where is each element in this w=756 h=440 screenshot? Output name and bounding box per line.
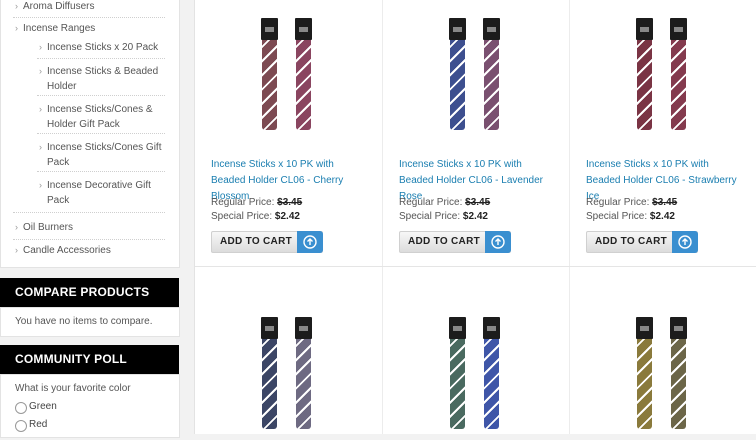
compare-products-body: You have no items to compare. — [0, 307, 180, 337]
incense-pack-image — [636, 18, 653, 130]
cart-arrow-icon — [297, 231, 323, 253]
poll-option-green-label[interactable]: Green — [29, 401, 57, 412]
incense-pack-image — [449, 18, 466, 130]
product-image[interactable] — [620, 16, 720, 141]
divider — [13, 239, 165, 241]
divider — [13, 212, 165, 214]
add-to-cart-button[interactable]: ADD TO CART — [586, 231, 698, 253]
product-card — [195, 267, 382, 434]
compare-products-title: COMPARE PRODUCTS — [0, 278, 179, 307]
incense-pack-image — [483, 18, 500, 130]
regular-price: Regular Price: $3.45 — [586, 197, 678, 208]
community-poll-body: What is your favorite color Green Red — [0, 374, 180, 438]
product-image[interactable] — [620, 315, 720, 440]
product-card: Incense Sticks x 10 PK with Beaded Holde… — [195, 0, 382, 266]
incense-pack-image — [636, 317, 653, 429]
chevron-right-icon: › — [39, 42, 42, 52]
poll-option-red-label[interactable]: Red — [29, 419, 47, 430]
poll-option-red-radio[interactable] — [15, 420, 27, 432]
compare-empty-text: You have no items to compare. — [15, 316, 153, 327]
product-image[interactable] — [433, 315, 533, 440]
chevron-right-icon: › — [39, 142, 42, 152]
chevron-right-icon: › — [15, 23, 18, 33]
subcategory-incense-cones-gift[interactable]: › Incense Sticks/Cones Gift Pack — [39, 140, 165, 170]
category-aroma-diffusers[interactable]: › Aroma Diffusers — [15, 0, 95, 14]
product-image[interactable] — [245, 315, 345, 440]
incense-pack-image — [670, 317, 687, 429]
incense-pack-image — [670, 18, 687, 130]
sidebar: › Aroma Diffusers › Incense Ranges › Incens… — [0, 0, 180, 438]
product-grid: Incense Sticks x 10 PK with Beaded Holde… — [194, 0, 756, 434]
subcategory-incense-holder-gift[interactable]: › Incense Sticks/Cones & Holder Gift Pack — [39, 102, 165, 132]
cart-arrow-icon — [672, 231, 698, 253]
chevron-right-icon: › — [15, 1, 18, 11]
incense-pack-image — [483, 317, 500, 429]
special-price: Special Price: $2.42 — [399, 211, 488, 222]
divider — [37, 95, 165, 97]
chevron-right-icon: › — [15, 222, 18, 232]
incense-pack-image — [261, 317, 278, 429]
incense-pack-image — [261, 18, 278, 130]
community-poll-title: COMMUNITY POLL — [0, 345, 179, 374]
chevron-right-icon: › — [15, 245, 18, 255]
regular-price: Regular Price: $3.45 — [211, 197, 303, 208]
category-incense-ranges[interactable]: › Incense Ranges — [15, 21, 95, 36]
divider — [37, 171, 165, 173]
product-card: Incense Sticks x 10 PK with Beaded Holde… — [383, 0, 570, 266]
product-card: Incense Sticks x 10 PK with Beaded Holde… — [570, 0, 756, 266]
incense-pack-image — [449, 317, 466, 429]
product-image[interactable] — [245, 16, 345, 141]
add-to-cart-button[interactable]: ADD TO CART — [211, 231, 323, 253]
poll-option-green-radio[interactable] — [15, 402, 27, 414]
product-card — [570, 267, 756, 434]
special-price: Special Price: $2.42 — [211, 211, 300, 222]
product-image[interactable] — [433, 16, 533, 141]
cart-arrow-icon — [485, 231, 511, 253]
category-navigation: › Aroma Diffusers › Incense Ranges › Incens… — [0, 0, 180, 268]
chevron-right-icon: › — [39, 66, 42, 76]
subcategory-incense-decorative-gift[interactable]: › Incense Decorative Gift Pack — [39, 178, 165, 208]
product-card — [383, 267, 570, 434]
add-to-cart-button[interactable]: ADD TO CART — [399, 231, 511, 253]
category-candle-accessories[interactable]: › Candle Accessories — [15, 243, 111, 258]
incense-pack-image — [295, 317, 312, 429]
regular-price: Regular Price: $3.45 — [399, 197, 491, 208]
special-price: Special Price: $2.42 — [586, 211, 675, 222]
subcategory-incense-beaded-holder[interactable]: › Incense Sticks & Beaded Holder — [39, 64, 165, 94]
subcategory-incense-sticks-20[interactable]: › Incense Sticks x 20 Pack — [39, 40, 165, 55]
divider — [37, 133, 165, 135]
divider — [13, 17, 165, 19]
chevron-right-icon: › — [39, 180, 42, 190]
incense-pack-image — [295, 18, 312, 130]
category-oil-burners[interactable]: › Oil Burners — [15, 220, 73, 235]
chevron-right-icon: › — [39, 104, 42, 114]
divider — [37, 58, 165, 60]
poll-question: What is your favorite color — [15, 383, 131, 394]
